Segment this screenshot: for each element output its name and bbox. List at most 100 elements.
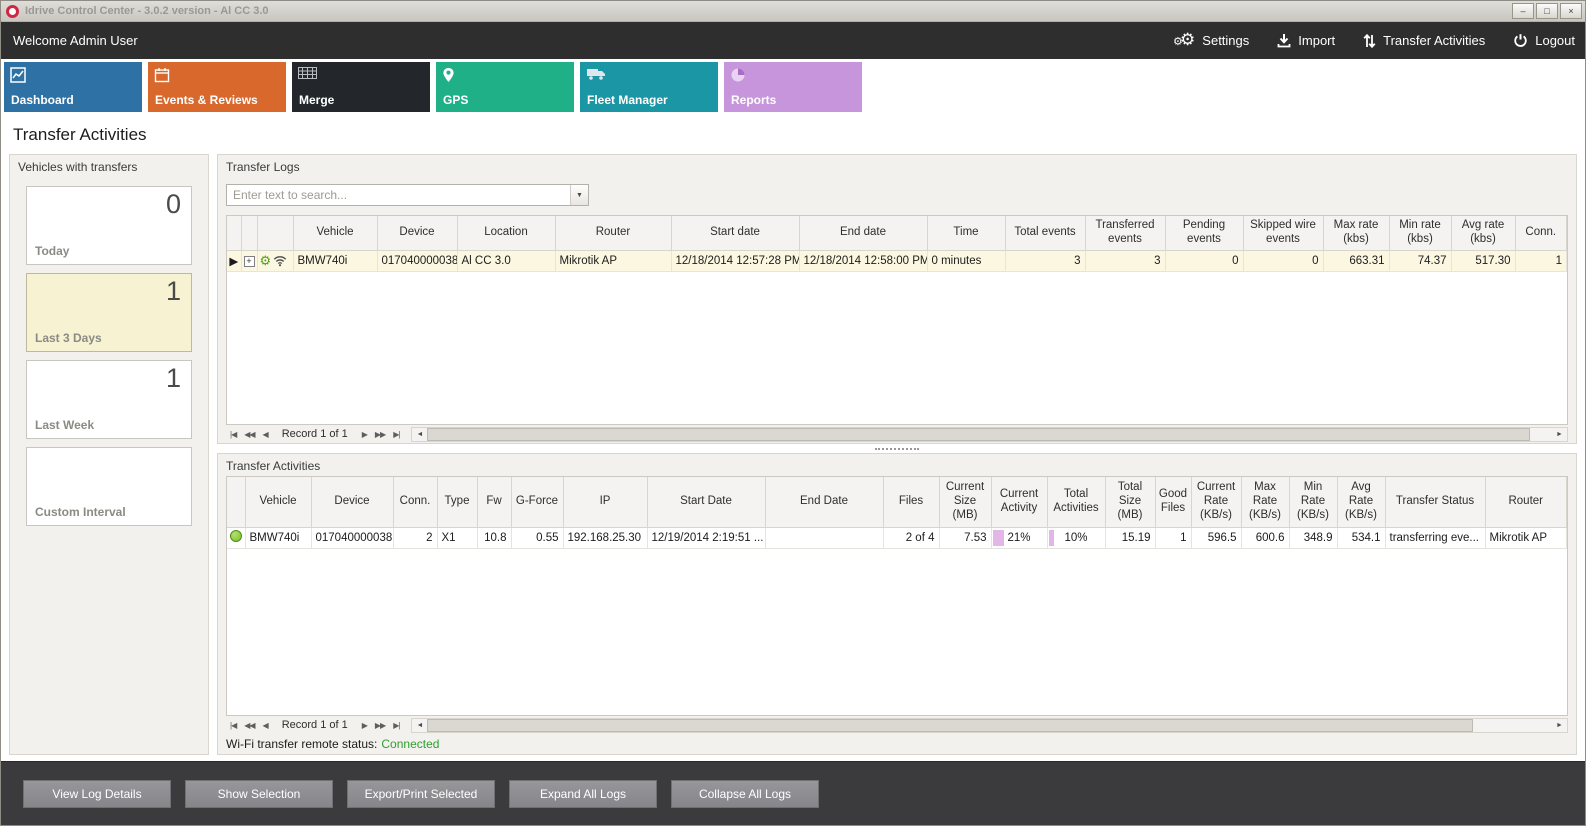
header-cell-router[interactable]: Router — [555, 216, 671, 250]
pager-first-icon[interactable]: |◀ — [226, 430, 240, 439]
header-cell-time[interactable]: Time — [927, 216, 1005, 250]
header-cell-current-activity[interactable]: Current Activity — [991, 477, 1047, 527]
header-cell-g-force[interactable]: G-Force — [511, 477, 563, 527]
logout-button[interactable]: Logout — [1513, 33, 1575, 48]
header-cell-router[interactable]: Router — [1485, 477, 1567, 527]
cell-fw: 10.8 — [477, 527, 511, 548]
header-cell-total-activities[interactable]: Total Activities — [1047, 477, 1105, 527]
close-button[interactable]: × — [1560, 3, 1582, 19]
scroll-right-icon[interactable]: ► — [1552, 722, 1567, 729]
header-cell-conn[interactable]: Conn. — [1515, 216, 1567, 250]
horizontal-scrollbar[interactable]: ◄ ► — [411, 427, 1568, 442]
header-cell-fw[interactable]: Fw — [477, 477, 511, 527]
cell-type: X1 — [437, 527, 477, 548]
header-cell-avg-rate[interactable]: Avg rate (kbs) — [1451, 216, 1515, 250]
search-combo: ▼ — [226, 184, 589, 206]
cell-max-rate: 663.31 — [1323, 250, 1389, 271]
cell-conn: 1 — [1515, 250, 1567, 271]
tile-gps[interactable]: GPS — [436, 62, 574, 112]
header-cell-ip[interactable]: IP — [563, 477, 647, 527]
scrollbar-track[interactable] — [427, 428, 1552, 441]
header-cell-max-rate[interactable]: Max rate (kbs) — [1323, 216, 1389, 250]
dropdown-arrow-icon[interactable]: ▼ — [570, 185, 588, 205]
pager-first-icon[interactable]: |◀ — [226, 721, 240, 730]
import-icon — [1277, 33, 1291, 48]
header-cell-min-rate[interactable]: Min Rate (KB/s) — [1289, 477, 1337, 527]
search-input[interactable] — [227, 188, 570, 202]
pager-prev-page-icon[interactable]: ◀◀ — [240, 721, 258, 730]
header-cell-end-date[interactable]: End Date — [765, 477, 883, 527]
view-log-details-button[interactable]: View Log Details — [23, 780, 171, 808]
maximize-button[interactable]: □ — [1536, 3, 1558, 19]
cell-total-events: 3 — [1005, 250, 1085, 271]
header-cell-transferred-events[interactable]: Transferred events — [1085, 216, 1165, 250]
transfer-logs-caption: Transfer Logs — [218, 155, 1576, 177]
scroll-left-icon[interactable]: ◄ — [412, 722, 427, 729]
minimize-button[interactable]: – — [1512, 3, 1534, 19]
pager-next-icon[interactable]: ▶ — [358, 430, 371, 439]
export-print-selected-button[interactable]: Export/Print Selected — [347, 780, 495, 808]
pager-last-icon[interactable]: ▶| — [389, 430, 403, 439]
transfer-activity-row[interactable]: BMW740i 017040000038 2 X1 10.8 0.55 192.… — [227, 527, 1567, 548]
tile-events-reviews[interactable]: Events & Reviews — [148, 62, 286, 112]
header-cell-location[interactable]: Location — [457, 216, 555, 250]
settings-button[interactable]: ⚙⚙ Settings — [1180, 32, 1249, 49]
card-custom-interval[interactable]: Custom Interval — [26, 447, 192, 526]
pager-last-icon[interactable]: ▶| — [389, 721, 403, 730]
header-cell-max-rate[interactable]: Max Rate (KB/s) — [1241, 477, 1289, 527]
pager-next-page-icon[interactable]: ▶▶ — [371, 430, 389, 439]
header-cell-files[interactable]: Files — [883, 477, 939, 527]
header-cell-type[interactable]: Type — [437, 477, 477, 527]
scrollbar-thumb[interactable] — [427, 719, 1473, 732]
import-button[interactable]: Import — [1277, 33, 1335, 48]
header-cell-conn[interactable]: Conn. — [393, 477, 437, 527]
app-icon — [6, 5, 19, 18]
show-selection-button[interactable]: Show Selection — [185, 780, 333, 808]
pager-prev-icon[interactable]: ◀ — [259, 430, 272, 439]
header-cell-avg-rate[interactable]: Avg Rate (KB/s) — [1337, 477, 1385, 527]
transfer-activities-button[interactable]: Transfer Activities — [1363, 33, 1485, 49]
card-last-week[interactable]: 1 Last Week — [26, 360, 192, 439]
pager-next-icon[interactable]: ▶ — [358, 721, 371, 730]
header-cell-start-date[interactable]: Start Date — [647, 477, 765, 527]
plus-icon[interactable]: + — [244, 256, 255, 267]
header-cell-vehicle[interactable]: Vehicle — [245, 477, 311, 527]
scrollbar-thumb[interactable] — [427, 428, 1529, 441]
transfer-log-row[interactable]: ▶ + ⚙ BMW740i 017040000038 Al CC 3.0 Mik… — [227, 250, 1567, 271]
header-cell-vehicle[interactable]: Vehicle — [293, 216, 377, 250]
header-cell-transfer-status[interactable]: Transfer Status — [1385, 477, 1485, 527]
collapse-all-logs-button[interactable]: Collapse All Logs — [671, 780, 819, 808]
expand-row-button[interactable]: + — [241, 250, 257, 271]
scroll-right-icon[interactable]: ► — [1552, 431, 1567, 438]
pager-prev-icon[interactable]: ◀ — [259, 721, 272, 730]
vehicles-with-transfers-panel: Vehicles with transfers 0 Today 1 Last 3… — [9, 154, 209, 755]
cell-skipped-wire-events: 0 — [1243, 250, 1323, 271]
header-cell-device[interactable]: Device — [377, 216, 457, 250]
pager-prev-page-icon[interactable]: ◀◀ — [240, 430, 258, 439]
header-cell-start-date[interactable]: Start date — [671, 216, 799, 250]
header-cell-total-events[interactable]: Total events — [1005, 216, 1085, 250]
expand-all-logs-button[interactable]: Expand All Logs — [509, 780, 657, 808]
scroll-left-icon[interactable]: ◄ — [412, 431, 427, 438]
tile-reports[interactable]: Reports — [724, 62, 862, 112]
panel-splitter[interactable] — [217, 444, 1577, 453]
tile-fleet-manager[interactable]: Fleet Manager — [580, 62, 718, 112]
scrollbar-track[interactable] — [427, 719, 1552, 732]
header-cell-end-date[interactable]: End date — [799, 216, 927, 250]
header-cell-device[interactable]: Device — [311, 477, 393, 527]
tile-merge[interactable]: Merge — [292, 62, 430, 112]
header-cell-min-rate[interactable]: Min rate (kbs) — [1389, 216, 1451, 250]
header-cell-current-rate[interactable]: Current Rate (KB/s) — [1191, 477, 1241, 527]
horizontal-scrollbar[interactable]: ◄ ► — [411, 718, 1568, 733]
header-cell-skipped-wire-events[interactable]: Skipped wire events — [1243, 216, 1323, 250]
header-cell-good-files[interactable]: Good Files — [1155, 477, 1191, 527]
tile-dashboard[interactable]: Dashboard — [4, 62, 142, 112]
cell-end-date: 12/18/2014 12:58:00 PM — [799, 250, 927, 271]
card-today[interactable]: 0 Today — [26, 186, 192, 265]
header-cell-current-size[interactable]: Current Size (MB) — [939, 477, 991, 527]
card-last-3-days[interactable]: 1 Last 3 Days — [26, 273, 192, 352]
cell-max-rate: 600.6 — [1241, 527, 1289, 548]
header-cell-total-size[interactable]: Total Size (MB) — [1105, 477, 1155, 527]
pager-next-page-icon[interactable]: ▶▶ — [371, 721, 389, 730]
header-cell-pending-events[interactable]: Pending events — [1165, 216, 1243, 250]
